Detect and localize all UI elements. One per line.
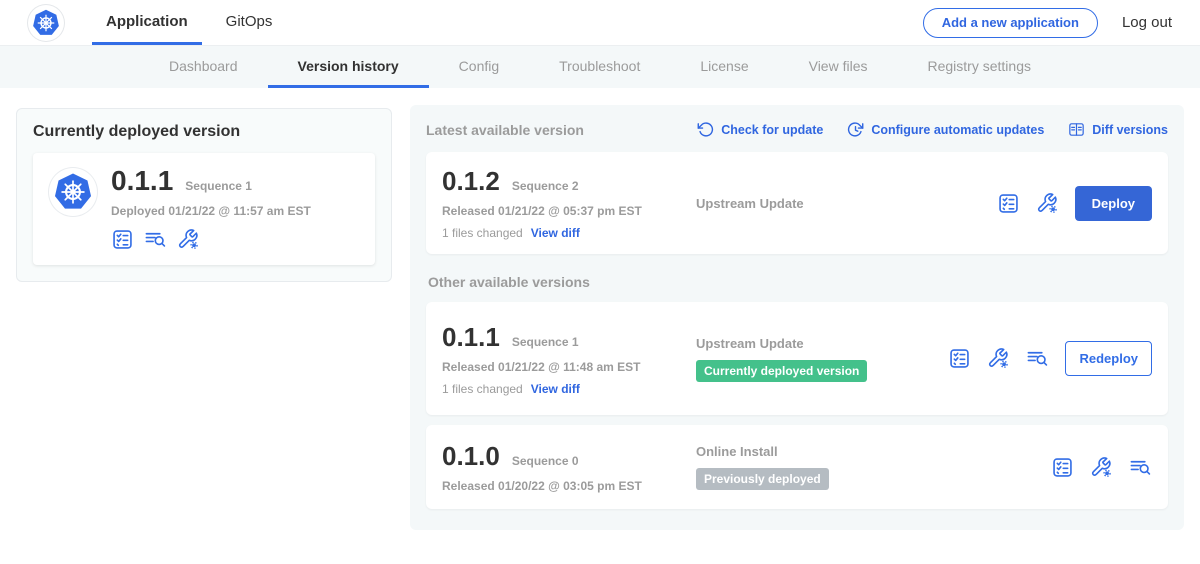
previously-deployed-badge: Previously deployed xyxy=(696,468,829,490)
released-timestamp: Released 01/21/22 @ 11:48 am EST xyxy=(442,360,696,374)
version-source: Upstream Update xyxy=(696,196,997,211)
diff-versions-label: Diff versions xyxy=(1092,123,1168,137)
preflight-checks-icon[interactable] xyxy=(997,192,1020,215)
edit-config-icon[interactable] xyxy=(177,228,200,251)
deploy-logs-icon[interactable] xyxy=(144,228,167,251)
version-number: 0.1.0 xyxy=(442,441,500,472)
version-number: 0.1.2 xyxy=(442,166,500,197)
files-changed-label: 1 files changed xyxy=(442,226,523,240)
currently-deployed-card: Currently deployed version 0.1.1 Sequenc… xyxy=(16,108,392,282)
main-content: Currently deployed version 0.1.1 Sequenc… xyxy=(0,88,1200,564)
diff-icon xyxy=(1068,121,1085,138)
released-timestamp: Released 01/20/22 @ 03:05 pm EST xyxy=(442,479,696,493)
edit-config-icon[interactable] xyxy=(987,347,1010,370)
edit-config-icon[interactable] xyxy=(1090,456,1113,479)
tab-dashboard[interactable]: Dashboard xyxy=(139,46,268,88)
schedule-icon xyxy=(847,121,864,138)
preflight-checks-icon[interactable] xyxy=(1051,456,1074,479)
tab-license[interactable]: License xyxy=(670,46,778,88)
app-icon xyxy=(49,168,97,216)
app-subnav: Dashboard Version history Config Trouble… xyxy=(0,46,1200,88)
version-number: 0.1.1 xyxy=(442,322,500,353)
files-changed-label: 1 files changed xyxy=(442,382,523,396)
tab-view-files[interactable]: View files xyxy=(779,46,898,88)
deploy-logs-icon[interactable] xyxy=(1026,347,1049,370)
released-timestamp: Released 01/21/22 @ 05:37 pm EST xyxy=(442,204,696,218)
redeploy-button[interactable]: Redeploy xyxy=(1065,341,1152,376)
preflight-checks-icon[interactable] xyxy=(111,228,134,251)
add-application-button[interactable]: Add a new application xyxy=(923,8,1098,38)
header-right: Add a new application Log out xyxy=(923,0,1172,45)
tab-config[interactable]: Config xyxy=(429,46,529,88)
other-versions-title: Other available versions xyxy=(428,274,1168,290)
latest-available-title: Latest available version xyxy=(426,122,584,138)
version-row-010: 0.1.0 Sequence 0 Released 01/20/22 @ 03:… xyxy=(426,425,1168,509)
deployed-timestamp: Deployed 01/21/22 @ 11:57 am EST xyxy=(111,204,311,218)
preflight-checks-icon[interactable] xyxy=(948,347,971,370)
view-diff-link[interactable]: View diff xyxy=(531,226,580,240)
view-diff-link[interactable]: View diff xyxy=(531,382,580,396)
version-history-panel: Latest available version Check for updat… xyxy=(410,105,1184,530)
tab-troubleshoot[interactable]: Troubleshoot xyxy=(529,46,670,88)
currently-deployed-title: Currently deployed version xyxy=(33,123,375,141)
version-source: Online Install xyxy=(696,444,1051,459)
tab-registry-settings[interactable]: Registry settings xyxy=(898,46,1061,88)
configure-automatic-updates-button[interactable]: Configure automatic updates xyxy=(847,121,1044,138)
tab-application[interactable]: Application xyxy=(92,0,202,45)
edit-config-icon[interactable] xyxy=(1036,192,1059,215)
deploy-logs-icon[interactable] xyxy=(1129,456,1152,479)
logout-button[interactable]: Log out xyxy=(1122,14,1172,31)
configure-automatic-updates-label: Configure automatic updates xyxy=(871,123,1044,137)
deploy-button[interactable]: Deploy xyxy=(1075,186,1152,221)
version-row-011: 0.1.1 Sequence 1 Released 01/21/22 @ 11:… xyxy=(426,302,1168,415)
refresh-icon xyxy=(697,121,714,138)
tab-gitops[interactable]: GitOps xyxy=(212,0,287,45)
deployed-sequence-label: Sequence 1 xyxy=(185,179,252,193)
tab-version-history[interactable]: Version history xyxy=(268,46,429,88)
app-header: Application GitOps Add a new application… xyxy=(0,0,1200,46)
check-for-update-label: Check for update xyxy=(721,123,823,137)
sequence-label: Sequence 2 xyxy=(512,179,579,193)
deployed-version-card: 0.1.1 Sequence 1 Deployed 01/21/22 @ 11:… xyxy=(33,153,375,265)
sequence-label: Sequence 1 xyxy=(512,335,579,349)
deployed-version-number: 0.1.1 xyxy=(111,165,173,197)
kubernetes-logo xyxy=(28,5,64,41)
header-tabs: Application GitOps xyxy=(92,0,296,45)
sequence-label: Sequence 0 xyxy=(512,454,579,468)
version-row-012: 0.1.2 Sequence 2 Released 01/21/22 @ 05:… xyxy=(426,152,1168,254)
diff-versions-button[interactable]: Diff versions xyxy=(1068,121,1168,138)
currently-deployed-badge: Currently deployed version xyxy=(696,360,867,382)
check-for-update-button[interactable]: Check for update xyxy=(697,121,823,138)
version-source: Upstream Update xyxy=(696,336,948,351)
